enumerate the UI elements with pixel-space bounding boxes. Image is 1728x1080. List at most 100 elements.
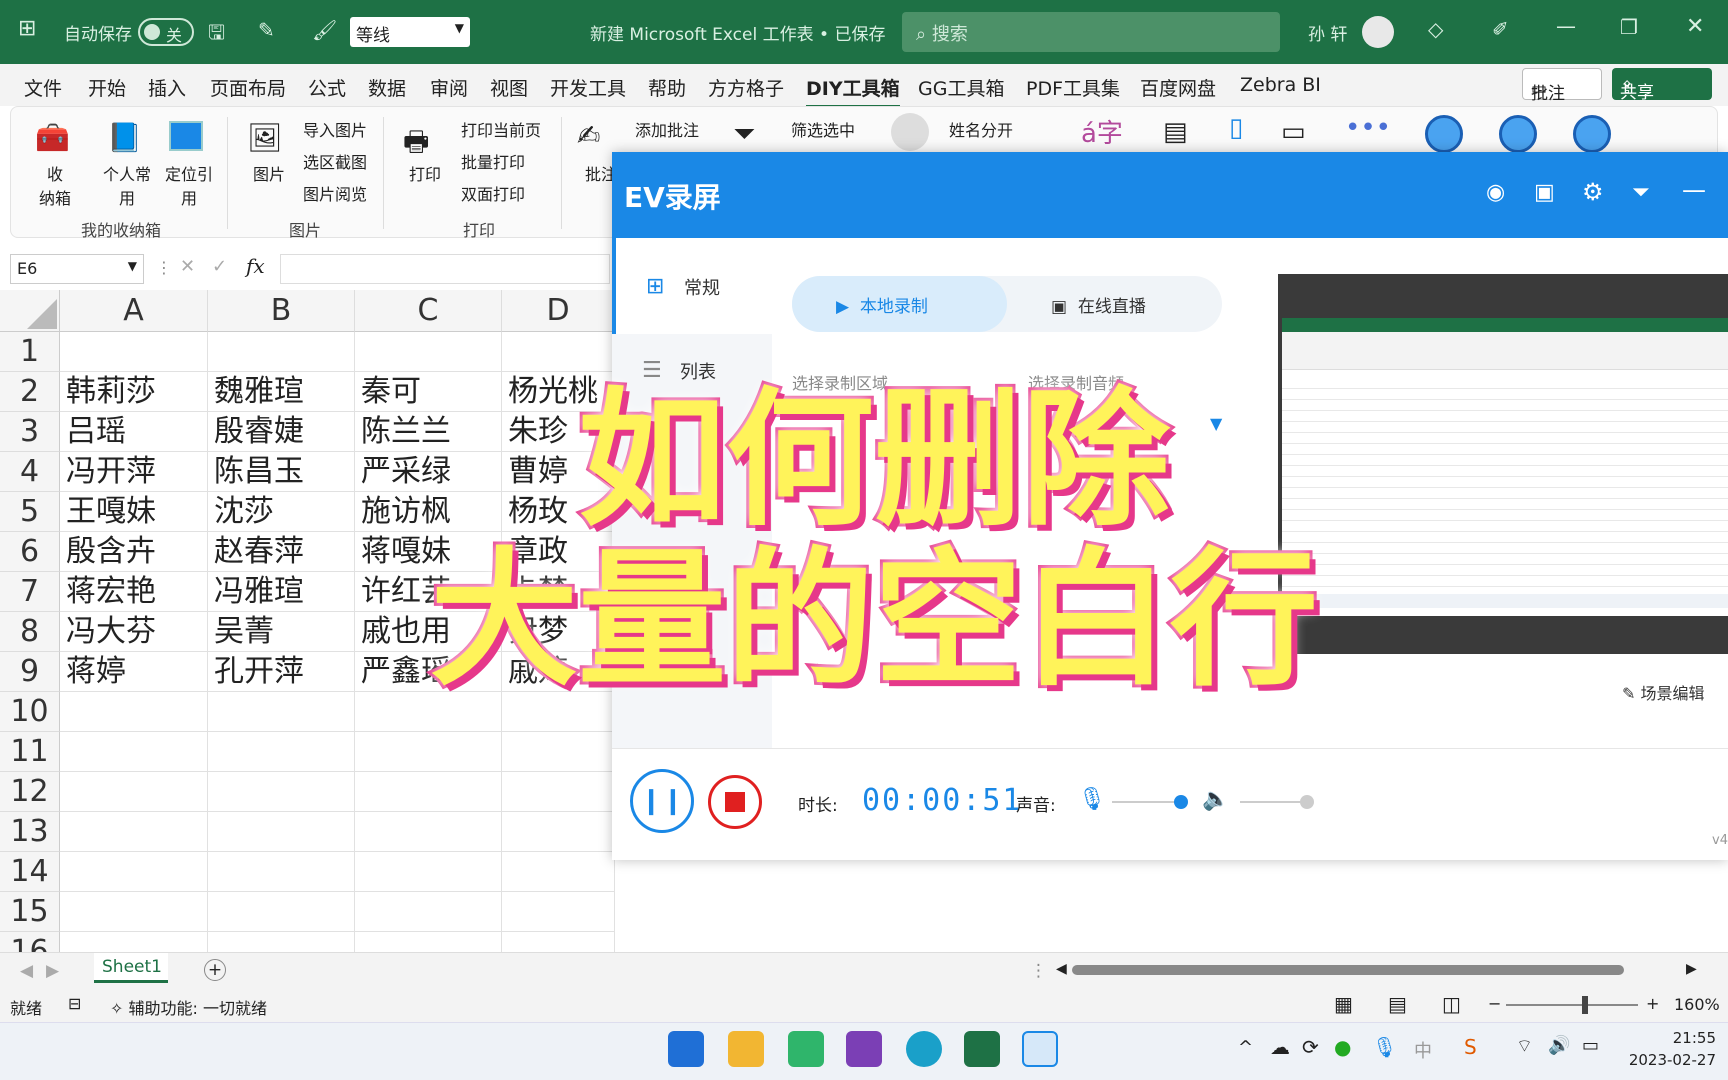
print-current-button[interactable]: 打印当前页 <box>461 117 541 141</box>
name-box[interactable]: E6 ▼ <box>10 254 144 284</box>
row-header[interactable]: 9 <box>0 652 60 692</box>
cell[interactable]: 施访枫 <box>355 492 502 532</box>
select-capture-button[interactable]: 选区截图 <box>303 149 367 173</box>
cell[interactable] <box>60 772 208 812</box>
cell[interactable]: 戚婷 <box>502 652 615 692</box>
sheet-prev-icon[interactable]: ◀ <box>20 961 33 981</box>
cell[interactable] <box>355 852 502 892</box>
onenote-icon[interactable] <box>846 1031 882 1067</box>
document-title[interactable]: 新建 Microsoft Excel 工作表 • 已保存 <box>590 20 885 45</box>
tab-page-layout[interactable]: 页面布局 <box>210 74 286 101</box>
macro-icon[interactable]: ⊟ <box>68 994 81 1013</box>
tab-gg-toolbox[interactable]: GG工具箱 <box>918 74 1004 101</box>
add-comment-button[interactable]: 添加批注 <box>635 117 699 141</box>
stop-button[interactable] <box>708 775 762 829</box>
ev-recorder-icon[interactable] <box>1022 1031 1058 1067</box>
cell[interactable] <box>208 772 355 812</box>
column-header[interactable]: C <box>355 290 502 332</box>
confirm-icon[interactable]: ✓ <box>212 256 227 277</box>
excel-icon[interactable] <box>964 1031 1000 1067</box>
cell[interactable] <box>208 892 355 932</box>
row-header[interactable]: 2 <box>0 372 60 412</box>
sheet-tab[interactable]: Sheet1 <box>94 953 168 983</box>
highlight-icon[interactable]: ✎ <box>258 18 275 42</box>
storage-box-button[interactable]: 收 纳箱 <box>39 161 71 209</box>
cell[interactable] <box>208 732 355 772</box>
filter-selected-button[interactable]: 筛选选中 <box>791 117 855 141</box>
cell[interactable]: 韩莉莎 <box>60 372 208 412</box>
tab-developer[interactable]: 开发工具 <box>550 74 626 101</box>
gear-icon[interactable]: ⚙ <box>1582 178 1604 206</box>
cell[interactable] <box>208 332 355 372</box>
cell[interactable] <box>208 852 355 892</box>
cell[interactable] <box>502 732 615 772</box>
more-options-icon[interactable]: ⋮ <box>156 258 172 277</box>
sheet-next-icon[interactable]: ▶ <box>46 961 59 981</box>
batch-print-button[interactable]: 批量打印 <box>461 149 525 173</box>
tab-zebra-bi[interactable]: Zebra BI <box>1240 74 1321 96</box>
nav-general[interactable]: ⊞ 常规 <box>612 238 772 334</box>
row-header[interactable]: 5 <box>0 492 60 532</box>
split-handle-icon[interactable]: ⋮ <box>1030 961 1047 981</box>
share-button[interactable]: ⇪ 共享 ⌄ <box>1612 68 1712 103</box>
row-header[interactable]: 10 <box>0 692 60 732</box>
circle-tool-icon[interactable] <box>1425 115 1463 153</box>
wifi-icon[interactable]: ⌔ <box>1516 1035 1533 1058</box>
tab-review[interactable]: 审阅 <box>430 74 468 101</box>
row-header[interactable]: 6 <box>0 532 60 572</box>
cell[interactable]: 吴菁 <box>208 612 355 652</box>
zoom-in-icon[interactable]: + <box>1646 994 1659 1013</box>
cell[interactable] <box>60 732 208 772</box>
mic-volume-slider[interactable] <box>1112 801 1178 803</box>
personal-icon[interactable]: 📘 <box>107 121 142 154</box>
cell[interactable]: 赵春萍 <box>208 532 355 572</box>
spreadsheet-grid[interactable]: A B C D 1 2 韩莉莎 魏雅瑄 秦可 杨光桃 3 吕瑶 殷睿婕 陈兰兰 朱珍 4 冯开萍 陈昌玉严… <box>0 290 615 972</box>
restore-icon[interactable]: ❐ <box>1620 15 1638 39</box>
cell[interactable]: 王嘎妹 <box>60 492 208 532</box>
row-header[interactable]: 3 <box>0 412 60 452</box>
cell[interactable] <box>355 332 502 372</box>
cell[interactable]: 严采绿 <box>355 452 502 492</box>
comment-button[interactable]: ▭ 批注 <box>1522 68 1602 104</box>
start-icon[interactable] <box>668 1031 704 1067</box>
cell[interactable]: 蒋婷 <box>60 652 208 692</box>
clock-time[interactable]: 21:55 <box>1640 1029 1716 1047</box>
tab-baidu-disk[interactable]: 百度网盘 <box>1140 74 1216 101</box>
scroll-left-icon[interactable]: ◀ <box>1056 961 1067 977</box>
cell[interactable]: 殷睿婕 <box>208 412 355 452</box>
tab-file[interactable]: 文件 <box>24 74 62 101</box>
tab-view[interactable]: 视图 <box>490 74 528 101</box>
image-view-button[interactable]: 图片阅览 <box>303 181 367 205</box>
clipboard-icon[interactable]: ▣ <box>1534 180 1555 205</box>
image-icon[interactable]: 🖼 <box>247 121 283 154</box>
cell[interactable] <box>60 852 208 892</box>
tab-data[interactable]: 数据 <box>368 74 406 101</box>
zoom-out-icon[interactable]: − <box>1488 994 1501 1013</box>
page-break-icon[interactable]: ◫ <box>1442 992 1461 1016</box>
row-header[interactable]: 4 <box>0 452 60 492</box>
clock-date[interactable]: 2023-02-27 <box>1620 1051 1716 1069</box>
cell[interactable]: 曹婷 <box>502 452 615 492</box>
chevron-up-icon[interactable]: ^ <box>1238 1037 1253 1058</box>
cell[interactable]: 殷含卉 <box>60 532 208 572</box>
tab-ffgz[interactable]: 方方格子 <box>708 74 784 101</box>
row-header[interactable]: 8 <box>0 612 60 652</box>
locate-ref-button[interactable]: 定位引 用 <box>165 161 213 209</box>
char-icon[interactable]: á字 <box>1081 113 1123 150</box>
cell[interactable]: 陈兰兰 <box>355 412 502 452</box>
pen-icon[interactable]: ✐ <box>1492 17 1509 41</box>
speaker-volume-slider[interactable] <box>1240 801 1306 803</box>
row-header[interactable]: 1 <box>0 332 60 372</box>
cell[interactable]: 尹梦 <box>502 612 615 652</box>
horizontal-scrollbar[interactable] <box>1072 965 1624 975</box>
explorer-icon[interactable] <box>728 1031 764 1067</box>
sogou-icon[interactable]: S <box>1464 1035 1477 1059</box>
minimize-icon[interactable]: — <box>1682 176 1706 204</box>
tab-live-stream[interactable]: ▣ 在线直播 <box>1007 276 1222 332</box>
cell[interactable] <box>502 772 615 812</box>
tab-diy-toolbox[interactable]: DIY工具箱 <box>806 74 900 108</box>
cell[interactable] <box>502 892 615 932</box>
cell[interactable]: 章政 <box>502 532 615 572</box>
cell[interactable] <box>502 852 615 892</box>
cell[interactable]: 卡梦 <box>502 572 615 612</box>
